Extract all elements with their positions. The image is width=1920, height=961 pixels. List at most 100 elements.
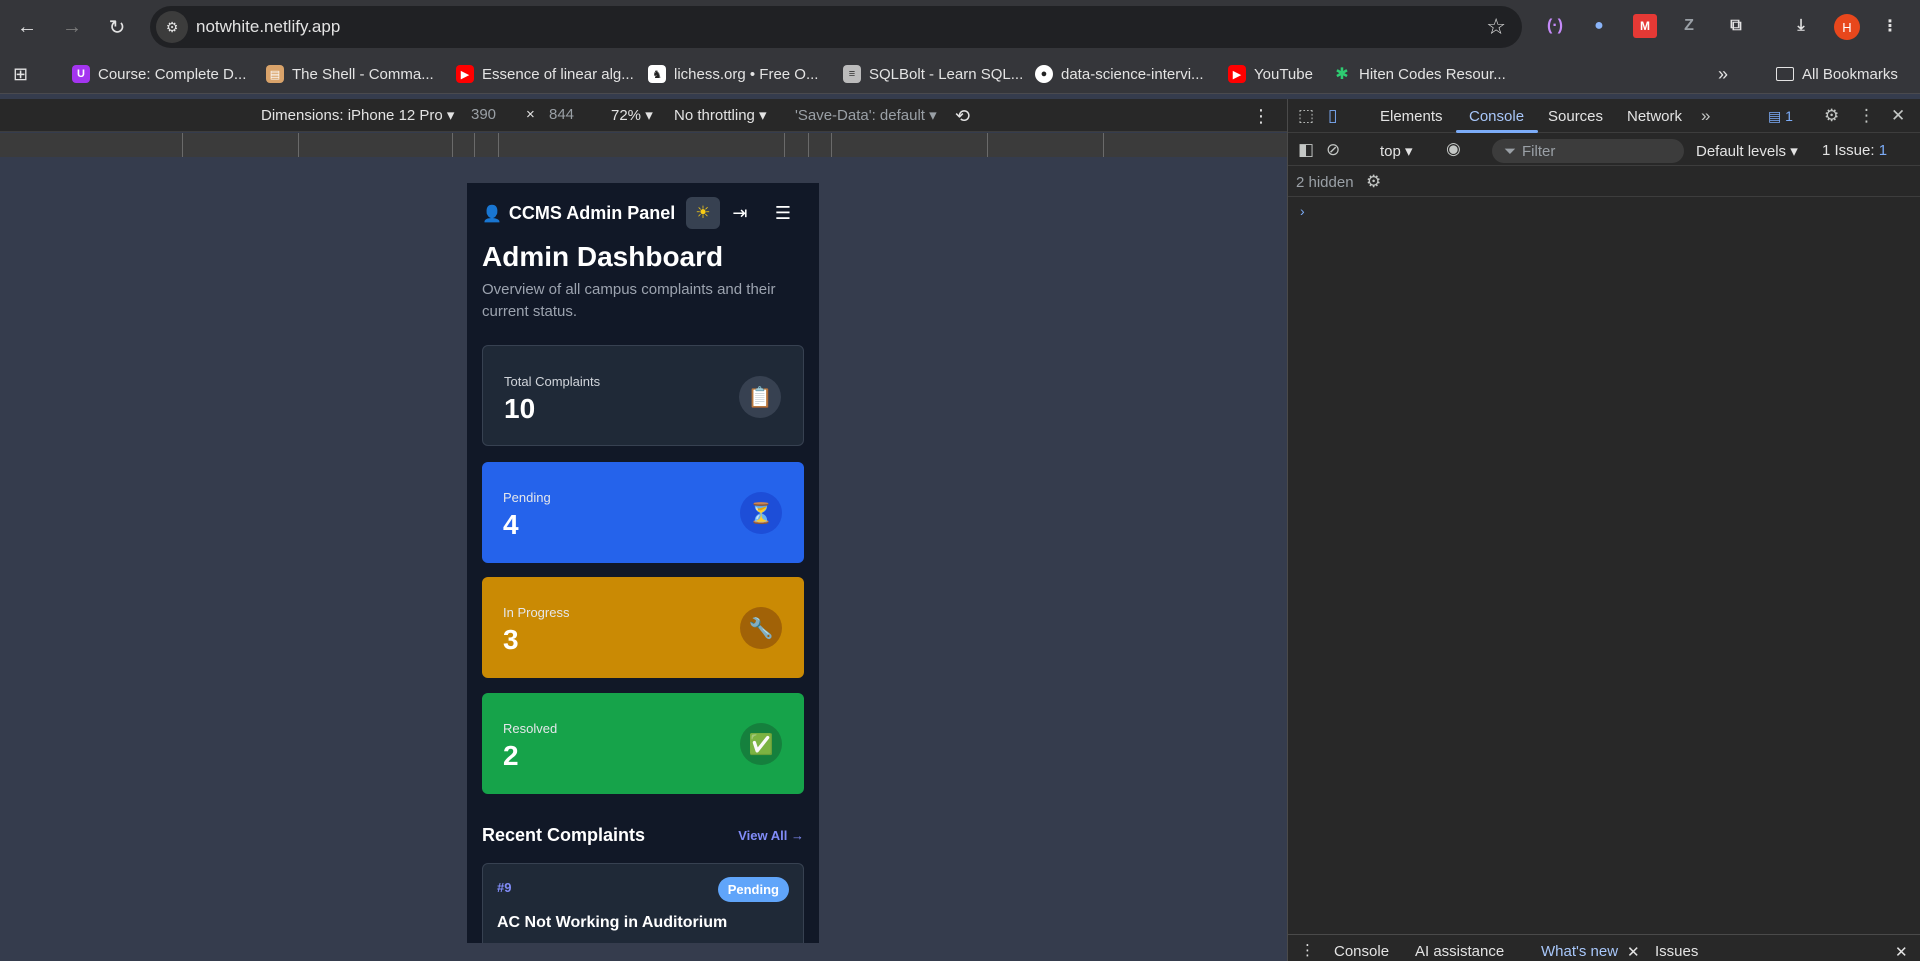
shell-icon: ▤ bbox=[266, 65, 284, 83]
address-bar[interactable]: ⚙ notwhite.netlify.app ☆ bbox=[150, 6, 1522, 48]
issues-counter[interactable]: 1 Issue: 1 bbox=[1822, 142, 1887, 159]
tab-network[interactable]: Network bbox=[1627, 108, 1682, 125]
all-bookmarks[interactable]: All Bookmarks bbox=[1776, 62, 1898, 86]
bookmark-item[interactable]: ● data-science-intervi... bbox=[1035, 62, 1204, 86]
hidden-messages-row: 2 hidden ⚙ bbox=[1288, 167, 1920, 197]
stat-card-resolved[interactable]: Resolved 2 ✅ bbox=[482, 693, 804, 794]
complaint-id: #9 bbox=[497, 880, 512, 895]
save-data-select[interactable]: 'Save-Data': default ▾ bbox=[795, 106, 937, 124]
theme-toggle-sun-icon[interactable]: ☀ bbox=[686, 197, 720, 229]
lichess-icon: ♞ bbox=[648, 65, 666, 83]
bookmark-item[interactable]: ≡ SQLBolt - Learn SQL... bbox=[843, 62, 1023, 86]
extension-drop-icon[interactable]: ● bbox=[1587, 14, 1611, 38]
stat-label: In Progress bbox=[503, 605, 570, 620]
console-filter-input[interactable]: ⏷ Filter bbox=[1492, 139, 1684, 163]
apps-grid-icon[interactable]: ⊞ bbox=[13, 62, 28, 86]
more-tabs-icon[interactable]: » bbox=[1701, 106, 1710, 126]
bookmark-star-icon[interactable]: ☆ bbox=[1486, 14, 1506, 40]
folder-icon bbox=[1776, 67, 1794, 81]
admin-user-icon: 👤 bbox=[482, 205, 502, 223]
log-levels-select[interactable]: Default levels ▾ bbox=[1696, 142, 1798, 160]
forward-icon[interactable]: → bbox=[56, 11, 88, 43]
drawer-tab-console[interactable]: Console bbox=[1334, 943, 1389, 960]
bookmarks-bar: ⊞ U Course: Complete D... ▤ The Shell - Co… bbox=[0, 54, 1920, 94]
tab-console[interactable]: Console bbox=[1469, 108, 1524, 125]
extension-z-icon[interactable]: Z bbox=[1677, 14, 1701, 38]
bookmark-item[interactable]: ▤ The Shell - Comma... bbox=[266, 62, 434, 86]
bookmark-item[interactable]: ♞ lichess.org • Free O... bbox=[648, 62, 818, 86]
bookmark-item[interactable]: ▶ YouTube bbox=[1228, 62, 1313, 86]
wrench-icon: 🔧 bbox=[740, 607, 782, 649]
device-toggle-icon[interactable]: ▯ bbox=[1328, 106, 1337, 126]
device-toolbar: Dimensions: iPhone 12 Pro ▾ 390 × 844 72… bbox=[0, 99, 1287, 132]
drawer-tab-issues[interactable]: Issues bbox=[1655, 943, 1698, 960]
recent-complaints-heading: Recent Complaints bbox=[482, 825, 646, 845]
device-width-input[interactable]: 390 bbox=[471, 106, 496, 123]
status-badge: Pending bbox=[717, 877, 789, 902]
extension-mendeley-icon[interactable]: M bbox=[1633, 14, 1657, 38]
stat-value: 4 bbox=[503, 509, 519, 540]
stat-label: Total Complaints bbox=[504, 374, 601, 389]
stat-card-pending[interactable]: Pending 4 ⏳ bbox=[482, 462, 804, 563]
app-brand[interactable]: 👤 CCMS Admin Panel bbox=[482, 203, 675, 224]
back-icon[interactable]: ← bbox=[11, 11, 43, 43]
stat-card-in-progress[interactable]: In Progress 3 🔧 bbox=[482, 577, 804, 678]
active-tab-indicator bbox=[1456, 130, 1538, 133]
rotate-icon[interactable]: ⟲ bbox=[955, 106, 970, 127]
drawer-tab-whats-new[interactable]: What's new bbox=[1541, 943, 1618, 960]
settings-gear-icon[interactable]: ⚙ bbox=[1824, 106, 1839, 126]
context-select[interactable]: top ▾ bbox=[1380, 142, 1413, 160]
profile-avatar[interactable]: H bbox=[1834, 14, 1860, 40]
bookmark-item[interactable]: ▶ Essence of linear alg... bbox=[456, 62, 634, 86]
devtools-menu-icon[interactable]: ⋮ bbox=[1858, 106, 1875, 126]
database-icon: ≡ bbox=[843, 65, 861, 83]
stat-value: 2 bbox=[503, 740, 519, 771]
console-toolbar: ◧ ⊘ top ▾ ◉ ⏷ Filter Default levels ▾ 1 … bbox=[1288, 134, 1920, 166]
browser-toolbar: ← → ↻ ⚙ notwhite.netlify.app ☆ (·) ● M Z… bbox=[0, 0, 1920, 54]
devtools-tabbar: ⬚ ▯ Elements Console Sources Network » ▤… bbox=[1288, 99, 1920, 133]
extension-radio-icon[interactable]: (·) bbox=[1543, 14, 1567, 38]
logout-icon[interactable]: ⇥ bbox=[729, 202, 751, 224]
hidden-count: 2 hidden bbox=[1296, 174, 1354, 191]
device-dimensions-select[interactable]: Dimensions: iPhone 12 Pro ▾ bbox=[261, 106, 454, 124]
page-subtitle: Overview of all campus complaints and th… bbox=[482, 281, 776, 320]
live-expression-eye-icon[interactable]: ◉ bbox=[1446, 139, 1461, 159]
url-text[interactable]: notwhite.netlify.app bbox=[196, 17, 340, 37]
clear-console-icon[interactable]: ⊘ bbox=[1326, 140, 1340, 160]
view-all-link[interactable]: View All → bbox=[738, 828, 804, 843]
filter-funnel-icon: ⏷ bbox=[1504, 142, 1517, 160]
drawer-menu-icon[interactable]: ⋮ bbox=[1300, 941, 1315, 959]
chrome-menu-icon[interactable]: ⋮ bbox=[1878, 14, 1902, 38]
device-more-icon[interactable]: ⋮ bbox=[1252, 106, 1270, 127]
device-height-input[interactable]: 844 bbox=[549, 106, 574, 123]
messages-badge[interactable]: ▤ 1 bbox=[1768, 108, 1793, 125]
close-drawer-icon[interactable]: ✕ bbox=[1895, 943, 1908, 961]
media-query-ruler bbox=[0, 133, 1287, 157]
reload-icon[interactable]: ↻ bbox=[101, 11, 133, 43]
console-prompt[interactable]: › bbox=[1300, 203, 1305, 219]
checkmark-icon: ✅ bbox=[740, 723, 782, 765]
tab-elements[interactable]: Elements bbox=[1380, 108, 1443, 125]
more-bookmarks-icon[interactable]: » bbox=[1718, 62, 1728, 86]
drawer-tab-ai-assistance[interactable]: AI assistance bbox=[1415, 943, 1504, 960]
udemy-icon: U bbox=[72, 65, 90, 83]
devtools-panel: ⬚ ▯ Elements Console Sources Network » ▤… bbox=[1287, 99, 1920, 961]
stat-card-total[interactable]: Total Complaints 10 📋 bbox=[482, 345, 804, 446]
console-settings-gear-icon[interactable]: ⚙ bbox=[1366, 172, 1381, 192]
bookmark-item[interactable]: ✱ Hiten Codes Resour... bbox=[1333, 62, 1505, 86]
devtools-drawer: ⋮ Console AI assistance What's new ✕ Iss… bbox=[1288, 934, 1920, 961]
downloads-icon[interactable]: ⤓ bbox=[1789, 14, 1813, 38]
sidebar-toggle-icon[interactable]: ◧ bbox=[1298, 140, 1314, 160]
close-devtools-icon[interactable]: ✕ bbox=[1891, 106, 1905, 126]
bookmark-item[interactable]: U Course: Complete D... bbox=[72, 62, 246, 86]
site-info-icon[interactable]: ⚙ bbox=[156, 11, 188, 43]
throttling-select[interactable]: No throttling ▾ bbox=[674, 106, 767, 124]
tab-sources[interactable]: Sources bbox=[1548, 108, 1603, 125]
close-tab-icon[interactable]: ✕ bbox=[1627, 943, 1640, 961]
inspect-element-icon[interactable]: ⬚ bbox=[1298, 106, 1314, 126]
extensions-puzzle-icon[interactable]: ⧉ bbox=[1724, 14, 1748, 38]
menu-collapse-icon[interactable]: ☰ bbox=[772, 202, 794, 224]
zoom-select[interactable]: 72% ▾ bbox=[611, 106, 653, 124]
complaint-card[interactable]: #9 Pending AC Not Working in Auditorium bbox=[482, 863, 804, 943]
stat-value: 3 bbox=[503, 624, 519, 655]
